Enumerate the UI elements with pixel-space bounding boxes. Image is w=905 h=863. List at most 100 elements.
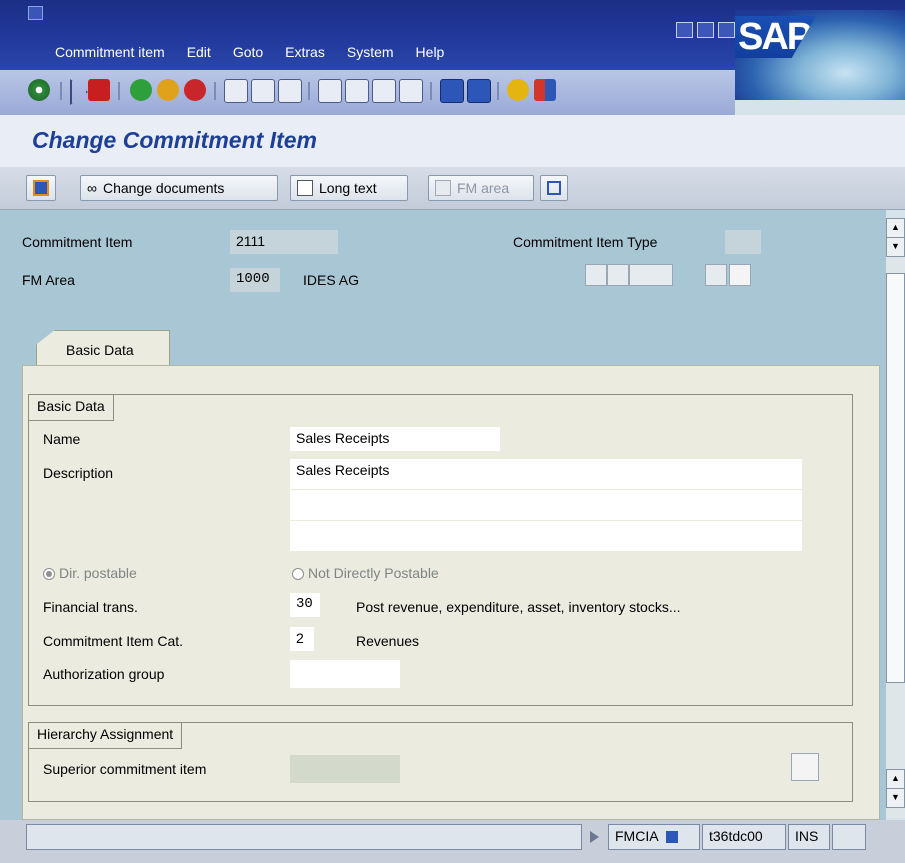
commitment-item-field[interactable]: 2111 xyxy=(230,230,338,254)
copy-icon[interactable] xyxy=(705,264,727,286)
sap-window: Commitment item Edit Goto Extras System … xyxy=(0,0,905,863)
session-icon[interactable] xyxy=(665,831,678,844)
authorization-group-label: Authorization group xyxy=(43,666,165,682)
description-line-3[interactable] xyxy=(290,521,802,551)
description-field[interactable]: Sales Receipts xyxy=(290,459,802,489)
maximize-button[interactable] xyxy=(697,22,714,38)
dir-postable-option[interactable]: Dir. postable xyxy=(43,565,137,581)
scroll-down-bottom-icon[interactable]: ▼ xyxy=(886,788,905,808)
menu-extras[interactable]: Extras xyxy=(285,44,325,60)
shortcut-icon[interactable] xyxy=(467,79,491,103)
toolbar-separator xyxy=(497,82,499,100)
menu-bar: Commitment item Edit Goto Extras System … xyxy=(55,44,466,60)
hierarchy-button[interactable] xyxy=(540,175,568,201)
toolbar-separator xyxy=(118,82,120,100)
menu-goto[interactable]: Goto xyxy=(233,44,263,60)
commitment-item-label: Commitment Item xyxy=(22,234,133,250)
long-text-button[interactable]: Long text xyxy=(290,175,408,201)
print-icon[interactable] xyxy=(224,79,248,103)
name-field[interactable]: Sales Receipts xyxy=(290,427,500,451)
status-message-field xyxy=(26,824,582,850)
enter-check-icon[interactable] xyxy=(28,79,50,101)
application-toolbar: ∞ Change documents Long text FM area xyxy=(0,167,905,210)
display-change-button[interactable] xyxy=(26,175,56,201)
basic-data-group-title: Basic Data xyxy=(29,395,114,421)
back-icon[interactable] xyxy=(130,79,152,101)
financial-trans-field[interactable]: 30 xyxy=(290,593,320,617)
fm-area-field[interactable]: 1000 xyxy=(230,268,280,292)
not-directly-postable-label: Not Directly Postable xyxy=(308,565,439,581)
page-title: Change Commitment Item xyxy=(32,127,317,153)
name-label: Name xyxy=(43,431,81,447)
basic-data-group: Basic Data Name Sales Receipts Descripti… xyxy=(28,394,853,706)
layout-menu-icon[interactable] xyxy=(534,79,556,101)
toolbar-separator xyxy=(308,82,310,100)
transaction-code: FMCIA xyxy=(615,828,658,844)
radio-selected-icon xyxy=(43,568,55,581)
commitment-item-cat-field[interactable]: 2 xyxy=(290,627,314,651)
authorization-group-field[interactable] xyxy=(290,660,400,688)
help-icon[interactable] xyxy=(507,79,529,101)
find-icon[interactable] xyxy=(251,79,275,103)
transaction-field: FMCIA xyxy=(608,824,700,850)
system-menu-icon[interactable] xyxy=(28,6,43,20)
not-directly-postable-option[interactable]: Not Directly Postable xyxy=(292,565,439,581)
minimize-button[interactable] xyxy=(676,22,693,38)
exit-icon[interactable] xyxy=(157,79,179,101)
last-page-icon[interactable] xyxy=(399,79,423,103)
next-page-icon[interactable] xyxy=(372,79,396,103)
edit-hierarchy-pencil-icon[interactable] xyxy=(791,753,819,781)
close-window-button[interactable] xyxy=(718,22,735,38)
fm-area-button[interactable]: FM area xyxy=(428,175,534,201)
status-indicator-icon xyxy=(832,824,866,850)
toolbar-separator xyxy=(60,82,62,100)
window-controls xyxy=(676,22,735,38)
find-next-icon[interactable] xyxy=(278,79,302,103)
glasses-icon: ∞ xyxy=(87,180,97,196)
superior-commitment-item-field[interactable] xyxy=(290,755,400,783)
create-session-icon[interactable] xyxy=(440,79,464,103)
status-toggle-icon[interactable] xyxy=(590,831,599,843)
tab-basic-data[interactable]: Basic Data xyxy=(36,330,170,367)
tab-panel: Basic Data Name Sales Receipts Descripti… xyxy=(22,365,880,820)
create-document-icon[interactable] xyxy=(585,264,607,286)
title-bar: Commitment item Edit Goto Extras System … xyxy=(0,0,905,100)
fm-area-field-label: FM Area xyxy=(22,272,75,288)
long-text-label: Long text xyxy=(319,180,377,196)
menu-edit[interactable]: Edit xyxy=(187,44,211,60)
hierarchy-assignment-group: Hierarchy Assignment Superior commitment… xyxy=(28,722,853,802)
menu-help[interactable]: Help xyxy=(416,44,445,60)
scroll-thumb[interactable] xyxy=(886,273,905,683)
display-glasses-icon[interactable] xyxy=(629,264,673,286)
previous-page-icon[interactable] xyxy=(345,79,369,103)
delete-trash-icon[interactable] xyxy=(729,264,751,286)
fm-area-text: IDES AG xyxy=(303,272,360,288)
commitment-item-type-label: Commitment Item Type xyxy=(513,234,658,250)
insert-mode-field[interactable]: INS xyxy=(788,824,830,850)
display-change-icon xyxy=(33,180,49,196)
commitment-item-cat-text: Revenues xyxy=(356,633,420,649)
sap-logo: SAP xyxy=(735,10,905,100)
scroll-up-icon[interactable]: ▲ xyxy=(886,218,905,238)
description-line-2[interactable] xyxy=(290,490,802,520)
description-label: Description xyxy=(43,465,114,481)
status-bar: FMCIA t36tdc00 INS xyxy=(0,820,905,863)
vertical-scrollbar[interactable]: ▲ ▼ ▲ ▼ xyxy=(886,218,905,818)
sap-logo-text: SAP xyxy=(735,16,816,58)
commitment-item-type-field[interactable] xyxy=(725,230,761,254)
dir-postable-label: Dir. postable xyxy=(59,565,137,581)
first-page-icon[interactable] xyxy=(318,79,342,103)
toolbar-separator xyxy=(430,82,432,100)
scroll-up-bottom-icon[interactable]: ▲ xyxy=(886,769,905,789)
fm-area-icon xyxy=(435,180,451,196)
cancel-icon[interactable] xyxy=(184,79,206,101)
scroll-down-icon[interactable]: ▼ xyxy=(886,237,905,257)
menu-system[interactable]: System xyxy=(347,44,394,60)
hierarchy-icon xyxy=(547,181,561,195)
save-icon[interactable] xyxy=(88,79,110,101)
standard-toolbar xyxy=(0,70,735,115)
change-documents-button[interactable]: ∞ Change documents xyxy=(80,175,278,201)
command-field-toggle-icon[interactable] xyxy=(70,79,88,105)
edit-pencil-icon[interactable] xyxy=(607,264,629,286)
menu-commitment-item[interactable]: Commitment item xyxy=(55,44,165,60)
